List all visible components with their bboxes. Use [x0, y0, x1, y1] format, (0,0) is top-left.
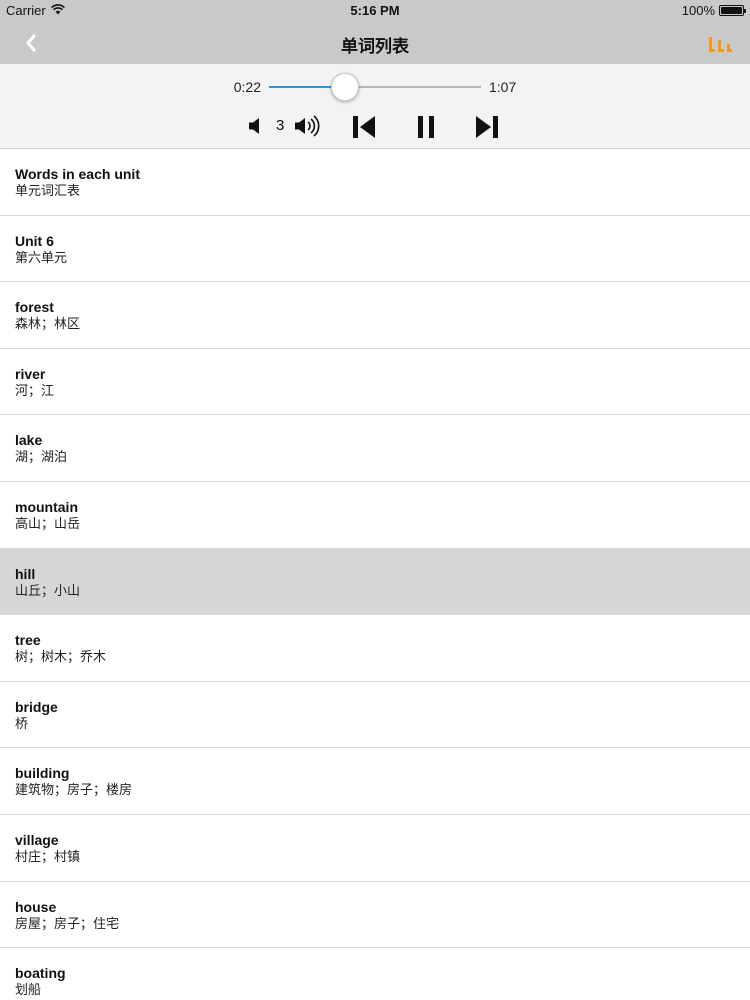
- word-meaning: 高山；山岳: [15, 515, 81, 531]
- audio-player: 0:22 1:07 3: [0, 64, 750, 149]
- volume-down-icon: [249, 118, 259, 134]
- word-row[interactable]: Words in each unit 单元词汇表: [0, 149, 750, 216]
- page-title: 单词列表: [341, 37, 409, 56]
- statistics-button[interactable]: [706, 30, 734, 58]
- word-row[interactable]: lake 湖；湖泊: [0, 415, 750, 482]
- total-time: 1:07: [489, 79, 517, 95]
- word-text: bridge: [15, 698, 58, 715]
- status-right: 100%: [681, 3, 746, 18]
- volume-down-button[interactable]: [246, 114, 266, 138]
- word-meaning: 树；树木；乔木: [15, 649, 107, 665]
- word-row[interactable]: Unit 6 第六单元: [0, 216, 750, 283]
- pause-button[interactable]: [412, 113, 442, 141]
- progress-slider[interactable]: [269, 73, 481, 101]
- word-row[interactable]: bridge 桥: [0, 682, 750, 749]
- word-meaning: 第六单元: [15, 249, 68, 265]
- word-meaning: 建筑物；房子；楼房: [15, 782, 133, 798]
- word-text: lake: [15, 432, 43, 449]
- progress-thumb[interactable]: [331, 73, 360, 101]
- word-row[interactable]: building 建筑物；房子；楼房: [0, 748, 750, 815]
- previous-icon: [353, 116, 375, 138]
- word-text: Words in each unit: [15, 166, 140, 182]
- word-list: Words in each unit 单元词汇表 Unit 6 第六单元 forest 森…: [0, 149, 750, 1000]
- volume-value: 3: [276, 117, 285, 134]
- bar-chart-icon: [709, 37, 732, 52]
- word-row[interactable]: river 河；江: [0, 349, 750, 416]
- next-icon: [476, 116, 498, 138]
- word-row[interactable]: tree 树；树木；乔木: [0, 615, 750, 682]
- word-text: village: [15, 831, 59, 848]
- word-meaning: 桥: [15, 715, 29, 731]
- word-meaning: 河；江: [15, 382, 55, 398]
- status-bar: Carrier 5:16 PM 100%: [0, 0, 750, 22]
- word-text: river: [15, 365, 46, 382]
- pause-icon: [418, 116, 434, 138]
- word-meaning: 房屋；房子；住宅: [15, 915, 120, 931]
- volume-up-button[interactable]: [294, 114, 326, 138]
- battery-icon: [719, 5, 746, 16]
- word-row[interactable]: village 村庄；村镇: [0, 815, 750, 882]
- next-button[interactable]: [472, 113, 502, 141]
- word-meaning: 森林；林区: [15, 316, 81, 332]
- word-text: tree: [15, 632, 41, 649]
- word-row[interactable]: forest 森林；林区: [0, 282, 750, 349]
- volume-up-icon: [295, 115, 320, 137]
- word-text: building: [15, 765, 70, 782]
- word-meaning: 湖；湖泊: [15, 449, 68, 465]
- word-meaning: 山丘；小山: [15, 582, 81, 598]
- word-row[interactable]: house 房屋；房子；住宅: [0, 882, 750, 949]
- elapsed-time: 0:22: [233, 79, 261, 95]
- word-text: boating: [15, 965, 66, 982]
- word-meaning: 划船: [15, 982, 42, 998]
- word-row[interactable]: boating 划船: [0, 948, 750, 1000]
- battery-percent: 100%: [681, 3, 715, 18]
- word-text: Unit 6: [15, 232, 54, 249]
- word-row[interactable]: mountain 高山；山岳: [0, 482, 750, 549]
- status-time: 5:16 PM: [350, 3, 400, 18]
- word-text: house: [15, 898, 57, 915]
- word-text: mountain: [15, 498, 78, 515]
- word-meaning: 单元词汇表: [15, 183, 81, 198]
- previous-button[interactable]: [350, 113, 380, 141]
- word-text: forest: [15, 299, 54, 316]
- word-meaning: 村庄；村镇: [15, 848, 81, 864]
- navigation-bar: 单词列表: [0, 22, 750, 64]
- word-text: hill: [15, 565, 36, 582]
- word-row[interactable]: hill 山丘；小山: [0, 548, 750, 616]
